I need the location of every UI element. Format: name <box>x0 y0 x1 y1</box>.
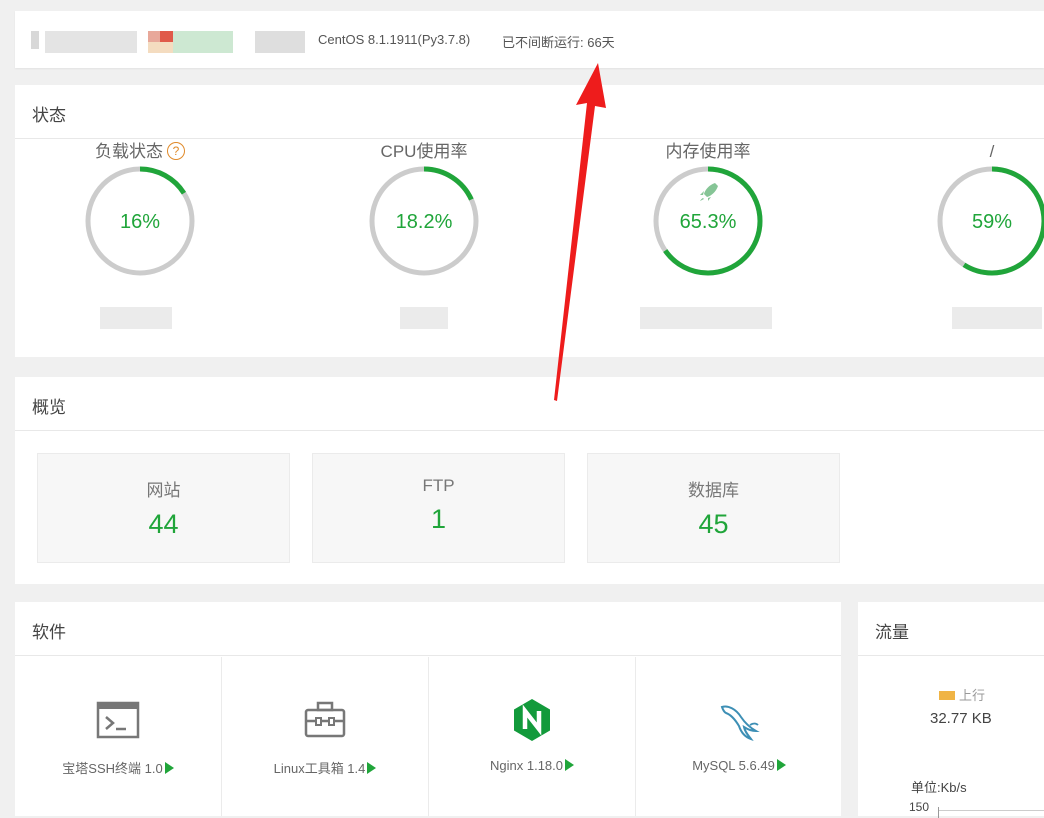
traffic-divider <box>858 655 1044 656</box>
gauge-value: 16% <box>120 211 160 233</box>
overview-ftp-label: FTP <box>422 476 455 495</box>
software-item-ssh-terminal[interactable]: 宝塔SSH终端 1.0 <box>15 657 221 816</box>
software-name-ssh: 宝塔SSH终端 1.0 <box>62 761 163 776</box>
overview-panel: 概览 网站 44 FTP 1 数据库 45 <box>15 377 1044 584</box>
os-version: CentOS 8.1.1911(Py3.7.8) <box>318 32 471 47</box>
overview-databases-count[interactable]: 45 <box>588 509 839 540</box>
software-item-mysql[interactable]: MySQL 5.6.49 <box>636 657 842 816</box>
overview-divider <box>15 430 1044 431</box>
software-name-toolbox: Linux工具箱 1.4 <box>273 761 366 776</box>
overview-ftp-count[interactable]: 1 <box>313 504 564 535</box>
upload-legend-swatch <box>939 691 955 700</box>
software-divider <box>15 655 841 656</box>
status-title: 状态 <box>32 106 66 125</box>
status-panel: 状态 负载状态? 16% CPU使用率 18.2% 内存使用率 65.3% / 59% <box>15 85 1044 357</box>
gauge-2[interactable]: 内存使用率 65.3% <box>638 140 778 278</box>
software-title: 软件 <box>32 623 66 642</box>
traffic-upload-value: 32.77 KB <box>930 710 992 727</box>
gauge-detail-blurred <box>952 307 1042 329</box>
rocket-icon <box>700 183 718 201</box>
traffic-chart-unit: 单位:Kb/s <box>911 780 967 795</box>
play-icon[interactable] <box>164 762 174 774</box>
annotation-arrow <box>554 63 606 401</box>
gauge-1[interactable]: CPU使用率 18.2% <box>354 140 494 278</box>
traffic-title: 流量 <box>875 623 909 642</box>
gauge-value: 18.2% <box>396 211 453 233</box>
traffic-panel: 流量 上行 32.77 KB 单位:Kb/s 150 <box>858 602 1044 818</box>
gauge-label-text: 负载状态 <box>95 142 163 161</box>
play-icon[interactable] <box>776 759 786 771</box>
gauge-value: 59% <box>972 211 1012 233</box>
overview-databases-label: 数据库 <box>688 481 739 500</box>
gauge-0[interactable]: 负载状态? 16% <box>70 140 210 278</box>
overview-databases[interactable]: 数据库 45 <box>587 453 840 563</box>
gauge-label: / <box>922 140 1044 164</box>
gauge-label: CPU使用率 <box>354 140 494 164</box>
help-icon[interactable]: ? <box>167 142 185 160</box>
gauge-3[interactable]: / 59% <box>922 140 1044 278</box>
gauge-label-text: 内存使用率 <box>665 142 751 161</box>
gauge-ring: 18.2% <box>369 166 479 276</box>
traffic-chart-yaxis <box>938 807 939 818</box>
software-name-mysql: MySQL 5.6.49 <box>692 758 775 773</box>
overview-websites-count[interactable]: 44 <box>38 509 289 540</box>
gauge-label-text: / <box>989 142 995 161</box>
gauge-label: 负载状态? <box>70 140 210 164</box>
terminal-icon <box>96 701 140 739</box>
software-name-nginx: Nginx 1.18.0 <box>490 758 563 773</box>
server-info-bar: CentOS 8.1.1911(Py3.7.8) 已不间断运行: 66天 <box>15 11 1044 68</box>
gauge-ring: 65.3% <box>653 166 763 276</box>
gauge-label-text: CPU使用率 <box>380 142 468 161</box>
traffic-legend-upload-label: 上行 <box>959 688 986 703</box>
gauge-value: 65.3% <box>680 211 737 233</box>
overview-websites[interactable]: 网站 44 <box>37 453 290 563</box>
gauge-detail-blurred <box>100 307 172 329</box>
gauge-label: 内存使用率 <box>638 140 778 164</box>
mysql-dolphin-icon <box>720 705 760 741</box>
gauge-ring: 59% <box>937 166 1044 276</box>
toolbox-icon <box>304 701 346 738</box>
play-icon[interactable] <box>565 759 574 771</box>
gauge-detail-blurred <box>640 307 772 329</box>
gauge-detail-blurred <box>400 307 448 329</box>
gauge-ring: 16% <box>85 166 195 276</box>
traffic-chart-gridline <box>938 810 1044 811</box>
overview-title: 概览 <box>32 398 66 417</box>
status-divider <box>15 138 1044 139</box>
nginx-icon <box>514 699 550 741</box>
overview-ftp[interactable]: FTP 1 <box>312 453 565 563</box>
play-icon[interactable] <box>367 762 377 774</box>
overview-websites-label: 网站 <box>146 481 181 500</box>
software-item-nginx[interactable]: Nginx 1.18.0 <box>429 657 635 816</box>
uptime-text: 已不间断运行: 66天 <box>502 35 615 50</box>
software-item-linux-toolbox[interactable]: Linux工具箱 1.4 <box>222 657 428 816</box>
traffic-chart-ytick: 150 <box>909 800 930 814</box>
traffic-legend-upload: 上行 <box>939 685 985 704</box>
software-panel: 软件 宝塔SSH终端 1.0 Linux工具箱 1.4 Nginx 1.18.0 <box>15 602 841 816</box>
